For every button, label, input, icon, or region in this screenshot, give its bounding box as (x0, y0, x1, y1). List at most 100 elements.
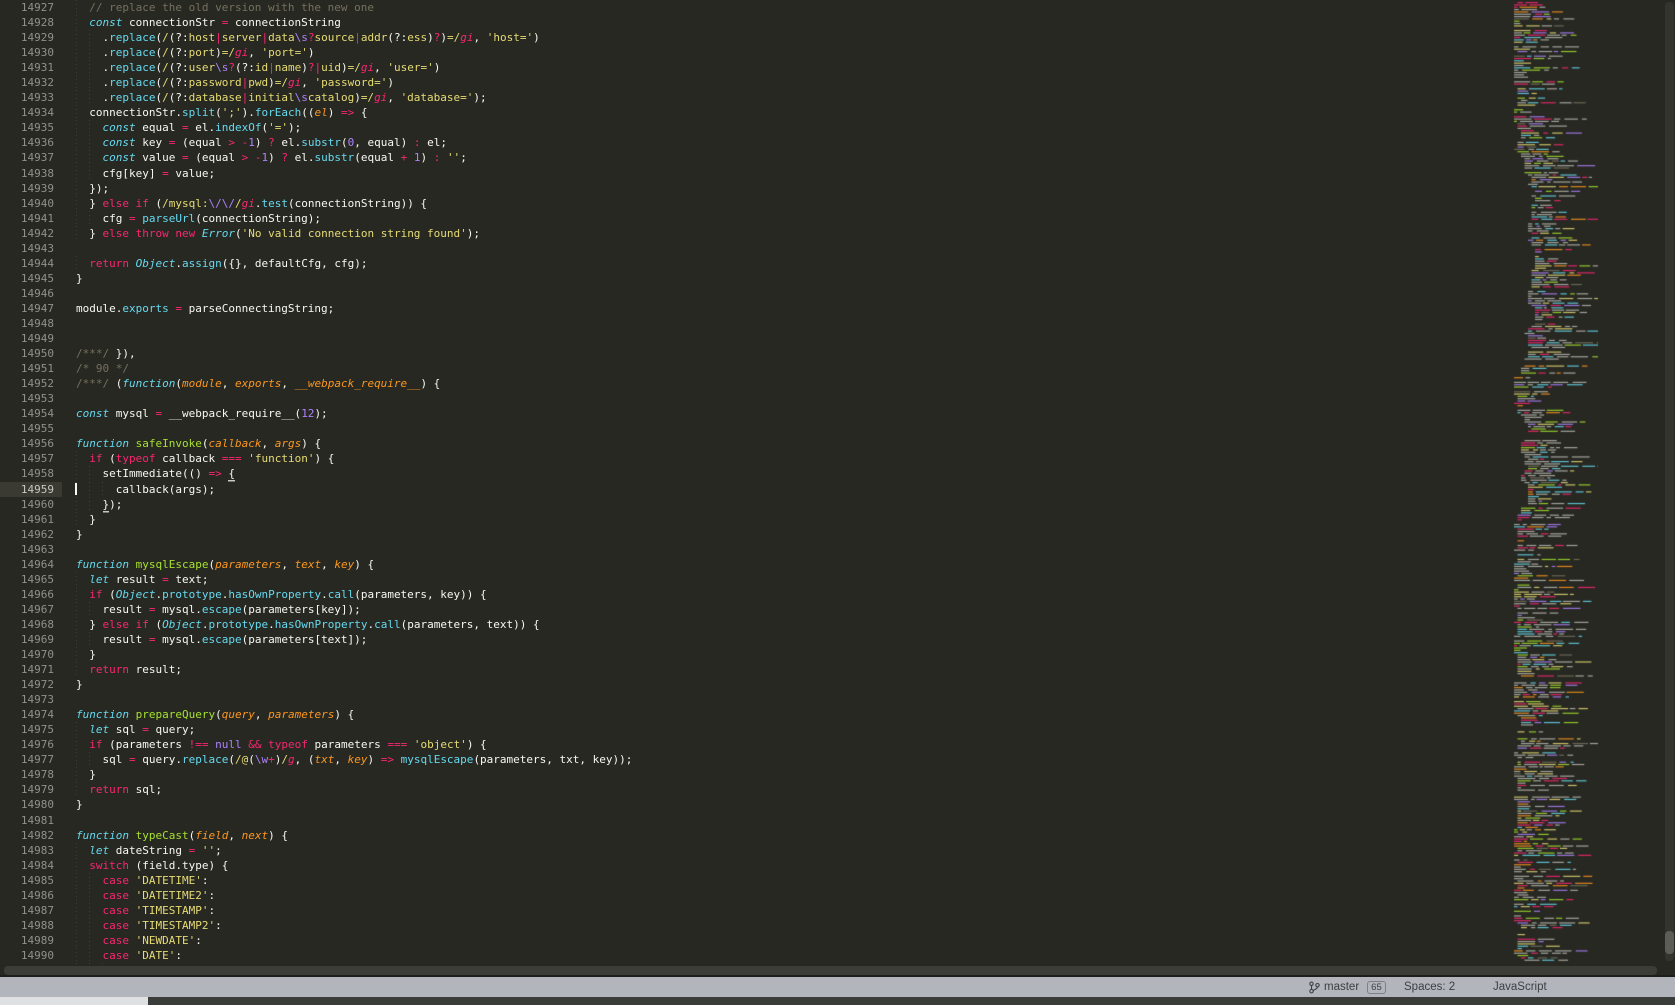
line-number[interactable]: 14928 (0, 15, 62, 30)
line-number[interactable]: 14961 (0, 512, 62, 527)
line-number[interactable]: 14957 (0, 451, 62, 466)
line-number[interactable]: 14983 (0, 843, 62, 858)
line-number[interactable]: 14950 (0, 346, 62, 361)
line-number[interactable]: 14966 (0, 587, 62, 602)
line-number[interactable]: 14951 (0, 361, 62, 376)
line-number[interactable]: 14986 (0, 888, 62, 903)
code-line[interactable]: 14972} (0, 677, 1675, 692)
line-number[interactable]: 14962 (0, 527, 62, 542)
line-number[interactable]: 14948 (0, 316, 62, 331)
code-line[interactable]: 14949 (0, 331, 1675, 346)
code-line[interactable]: 14931 .replace(/(?:user\s?(?:id|name)?|u… (0, 60, 1675, 75)
line-number[interactable]: 14973 (0, 692, 62, 707)
code-line[interactable]: 14974function prepareQuery(query, parame… (0, 707, 1675, 722)
code-line[interactable]: 14944 return Object.assign({}, defaultCf… (0, 256, 1675, 271)
line-number[interactable]: 14934 (0, 105, 62, 120)
code-line[interactable]: 14982function typeCast(field, next) { (0, 828, 1675, 843)
code-line[interactable]: 14958 setImmediate(() => { (0, 466, 1675, 481)
line-number[interactable]: 14975 (0, 722, 62, 737)
line-number[interactable]: 14974 (0, 707, 62, 722)
line-number[interactable]: 14969 (0, 632, 62, 647)
code-line[interactable]: 14960 }); (0, 497, 1675, 512)
code-line[interactable]: 14942 } else throw new Error('No valid c… (0, 226, 1675, 241)
line-number[interactable]: 14982 (0, 828, 62, 843)
line-number[interactable]: 14947 (0, 301, 62, 316)
code-line[interactable]: 14952/***/ (function(module, exports, __… (0, 376, 1675, 391)
code-line[interactable]: 14987 case 'TIMESTAMP': (0, 903, 1675, 918)
code-line[interactable]: 14977 sql = query.replace(/@(\w+)/g, (tx… (0, 752, 1675, 767)
line-number[interactable]: 14977 (0, 752, 62, 767)
line-number[interactable]: 14987 (0, 903, 62, 918)
code-line[interactable]: 14932 .replace(/(?:password|pwd)=/gi, 'p… (0, 75, 1675, 90)
code-line[interactable]: 14964function mysqlEscape(parameters, te… (0, 557, 1675, 572)
line-number[interactable]: 14958 (0, 466, 62, 481)
code-line[interactable]: 14936 const key = (equal > -1) ? el.subs… (0, 135, 1675, 150)
code-line[interactable]: 14934 connectionStr.split(';').forEach((… (0, 105, 1675, 120)
line-number[interactable]: 14978 (0, 767, 62, 782)
line-number[interactable]: 14972 (0, 677, 62, 692)
line-number[interactable]: 14964 (0, 557, 62, 572)
code-line[interactable]: 14983 let dateString = ''; (0, 843, 1675, 858)
code-line[interactable]: 14943 (0, 241, 1675, 256)
line-number[interactable]: 14946 (0, 286, 62, 301)
line-number[interactable]: 14988 (0, 918, 62, 933)
code-line[interactable]: 14956function safeInvoke(callback, args)… (0, 436, 1675, 451)
line-number[interactable]: 14960 (0, 497, 62, 512)
code-line[interactable]: 14954const mysql = __webpack_require__(1… (0, 406, 1675, 421)
code-line[interactable]: 14957 if (typeof callback === 'function'… (0, 451, 1675, 466)
line-number[interactable]: 14927 (0, 0, 62, 15)
line-number[interactable]: 14979 (0, 782, 62, 797)
code-line[interactable]: 14948 (0, 316, 1675, 331)
line-number[interactable]: 14929 (0, 30, 62, 45)
code-line[interactable]: 14985 case 'DATETIME': (0, 873, 1675, 888)
language-mode[interactable]: JavaScript (1493, 977, 1547, 997)
code-line[interactable]: 14927 // replace the old version with th… (0, 0, 1675, 15)
line-number[interactable]: 14930 (0, 45, 62, 60)
code-line[interactable]: 14962} (0, 527, 1675, 542)
code-line[interactable]: 14947module.exports = parseConnectingStr… (0, 301, 1675, 316)
indentation-setting[interactable]: Spaces: 2 (1404, 977, 1455, 997)
line-number[interactable]: 14944 (0, 256, 62, 271)
code-line[interactable]: 14971 return result; (0, 662, 1675, 677)
code-line[interactable]: 14966 if (Object.prototype.hasOwnPropert… (0, 587, 1675, 602)
line-number[interactable]: 14954 (0, 406, 62, 421)
line-number[interactable]: 14931 (0, 60, 62, 75)
line-number[interactable]: 14935 (0, 120, 62, 135)
code-line[interactable]: 14978 } (0, 767, 1675, 782)
code-line[interactable]: 14940 } else if (/mysql:\/\//gi.test(con… (0, 196, 1675, 211)
line-number[interactable]: 14968 (0, 617, 62, 632)
code-line[interactable]: 14986 case 'DATETIME2': (0, 888, 1675, 903)
minimap[interactable] (1510, 0, 1602, 963)
vertical-scrollbar-track[interactable] (1665, 2, 1674, 961)
line-number[interactable]: 14965 (0, 572, 62, 587)
code-line[interactable]: 14970 } (0, 647, 1675, 662)
line-number[interactable]: 14937 (0, 150, 62, 165)
code-line[interactable]: 14969 result = mysql.escape(parameters[t… (0, 632, 1675, 647)
line-number[interactable]: 14990 (0, 948, 62, 963)
code-line[interactable]: 14946 (0, 286, 1675, 301)
line-number[interactable]: 14959 (0, 482, 62, 497)
code-line[interactable]: 14989 case 'NEWDATE': (0, 933, 1675, 948)
code-line[interactable]: 14959 callback(args); (0, 482, 1675, 497)
code-line[interactable]: 14950/***/ }), (0, 346, 1675, 361)
code-line[interactable]: 14945} (0, 271, 1675, 286)
code-line[interactable]: 14968 } else if (Object.prototype.hasOwn… (0, 617, 1675, 632)
line-number[interactable]: 14955 (0, 421, 62, 436)
code-line[interactable]: 14937 const value = (equal > -1) ? el.su… (0, 150, 1675, 165)
line-number[interactable]: 14940 (0, 196, 62, 211)
line-number[interactable]: 14952 (0, 376, 62, 391)
code-line[interactable]: 14980} (0, 797, 1675, 812)
code-line[interactable]: 14973 (0, 692, 1675, 707)
code-line[interactable]: 14967 result = mysql.escape(parameters[k… (0, 602, 1675, 617)
code-line[interactable]: 14976 if (parameters !== null && typeof … (0, 737, 1675, 752)
code-line[interactable]: 14988 case 'TIMESTAMP2': (0, 918, 1675, 933)
line-number[interactable]: 14938 (0, 166, 62, 181)
line-number[interactable]: 14970 (0, 647, 62, 662)
code-line[interactable]: 14938 cfg[key] = value; (0, 166, 1675, 181)
code-area[interactable]: 14927 // replace the old version with th… (0, 0, 1675, 977)
horizontal-scrollbar-thumb[interactable] (4, 966, 1657, 975)
line-number[interactable]: 14949 (0, 331, 62, 346)
code-line[interactable]: 14984 switch (field.type) { (0, 858, 1675, 873)
code-line[interactable]: 14990 case 'DATE': (0, 948, 1675, 963)
line-number[interactable]: 14945 (0, 271, 62, 286)
